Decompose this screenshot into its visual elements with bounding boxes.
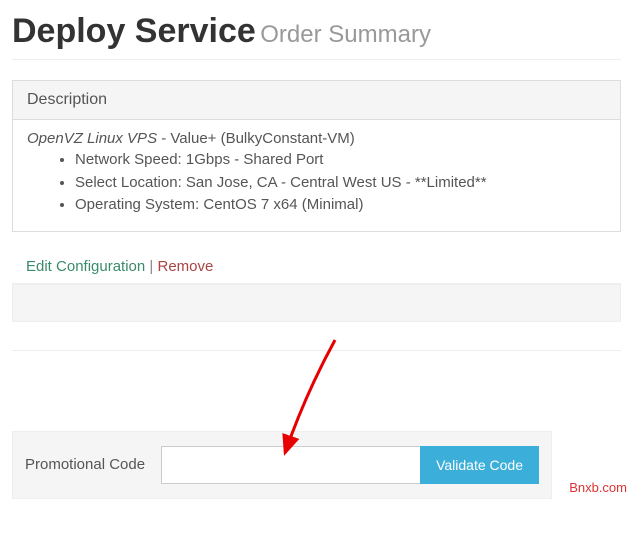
description-panel-header: Description	[13, 81, 620, 120]
list-item: Network Speed: 1Gbps - Shared Port	[75, 149, 606, 172]
empty-panel-row	[12, 284, 621, 322]
remove-link[interactable]: Remove	[158, 258, 214, 275]
description-panel-body: OpenVZ Linux VPS - Value+ (BulkyConstant…	[13, 120, 620, 231]
promo-label: Promotional Code	[25, 456, 145, 473]
description-panel: Description OpenVZ Linux VPS - Value+ (B…	[12, 80, 621, 232]
page-header: Deploy Service Order Summary	[12, 0, 621, 60]
page-subtitle: Order Summary	[260, 21, 431, 48]
list-item: Select Location: San Jose, CA - Central …	[75, 172, 606, 195]
watermark: Bnxb.com	[569, 480, 627, 495]
validate-code-button[interactable]: Validate Code	[420, 446, 539, 484]
promotional-code-row: Promotional Code Validate Code	[12, 431, 552, 499]
page-title: Deploy Service	[12, 12, 256, 50]
separator: |	[149, 258, 157, 275]
spec-list: Network Speed: 1Gbps - Shared Port Selec…	[27, 149, 606, 217]
product-variant: - Value+ (BulkyConstant-VM)	[157, 130, 355, 147]
product-name: OpenVZ Linux VPS	[27, 130, 157, 147]
divider	[12, 350, 621, 351]
edit-configuration-link[interactable]: Edit Configuration	[26, 258, 145, 275]
promo-code-input[interactable]	[161, 446, 420, 484]
list-item: Operating System: CentOS 7 x64 (Minimal)	[75, 194, 606, 217]
item-actions: Edit Configuration | Remove	[12, 250, 621, 284]
promo-input-group: Validate Code	[161, 446, 539, 484]
